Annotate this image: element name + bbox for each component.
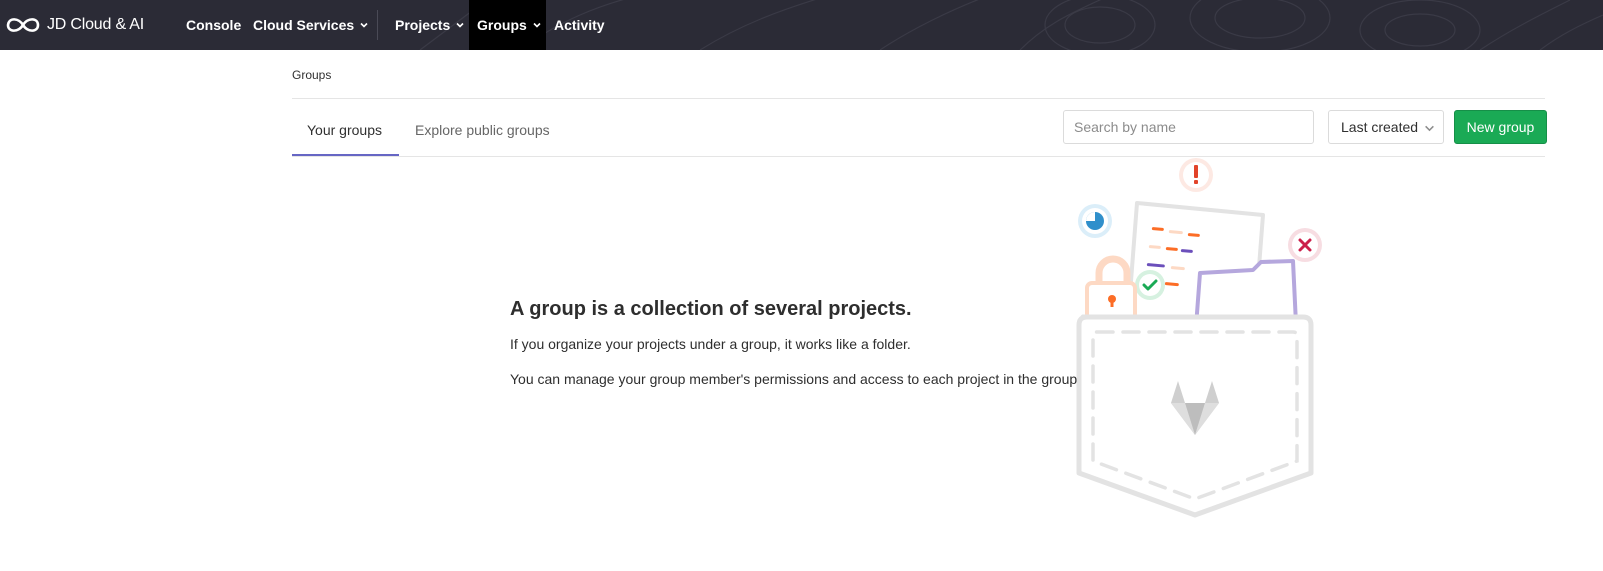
new-group-button-label: New group bbox=[1466, 119, 1535, 135]
breadcrumb-divider bbox=[292, 98, 1545, 99]
empty-state-description-2: You can manage your group member's permi… bbox=[510, 371, 1082, 387]
nav-groups-label: Groups bbox=[477, 17, 527, 33]
alert-icon bbox=[1179, 158, 1213, 192]
nav-cloud-services[interactable]: Cloud Services bbox=[253, 0, 369, 50]
nav-activity-label: Activity bbox=[554, 17, 605, 33]
nav-console[interactable]: Console bbox=[186, 0, 241, 50]
sort-selected-label: Last created bbox=[1341, 119, 1419, 135]
brand-logo-icon bbox=[6, 18, 40, 32]
chevron-down-icon bbox=[533, 22, 541, 28]
brand-logo-link[interactable]: JD Cloud & AI bbox=[5, 13, 144, 37]
new-group-button[interactable]: New group bbox=[1454, 110, 1547, 144]
close-icon bbox=[1288, 228, 1322, 262]
nav-separator bbox=[377, 10, 378, 40]
nav-console-label: Console bbox=[186, 17, 242, 33]
tab-explore-public-groups-label: Explore public groups bbox=[415, 122, 550, 138]
empty-state-description-1: If you organize your projects under a gr… bbox=[510, 336, 911, 352]
lock-icon bbox=[1085, 255, 1137, 325]
tab-explore-public-groups[interactable]: Explore public groups bbox=[415, 112, 550, 156]
nav-cloud-services-label: Cloud Services bbox=[253, 17, 355, 33]
groups-empty-illustration bbox=[1076, 158, 1322, 518]
sort-dropdown[interactable]: Last created bbox=[1328, 110, 1444, 144]
tabs-divider bbox=[292, 156, 1545, 157]
chevron-down-icon bbox=[360, 22, 368, 28]
nav-projects[interactable]: Projects bbox=[395, 0, 465, 50]
chevron-down-icon bbox=[456, 22, 464, 28]
search-input[interactable] bbox=[1063, 110, 1314, 144]
top-navbar: JD Cloud & AI Console Cloud Services Pro… bbox=[0, 0, 1603, 50]
pie-chart-icon bbox=[1078, 204, 1112, 238]
nav-activity[interactable]: Activity bbox=[554, 0, 605, 50]
check-icon bbox=[1135, 270, 1165, 300]
tab-your-groups-label: Your groups bbox=[307, 122, 382, 138]
brand-name: JD Cloud & AI bbox=[47, 16, 145, 33]
nav-groups[interactable]: Groups bbox=[469, 0, 546, 50]
breadcrumb[interactable]: Groups bbox=[292, 68, 331, 82]
tab-your-groups[interactable]: Your groups bbox=[292, 112, 399, 156]
nav-projects-label: Projects bbox=[395, 17, 451, 33]
chevron-down-icon bbox=[1425, 125, 1434, 132]
empty-state-title: A group is a collection of several proje… bbox=[510, 298, 912, 320]
